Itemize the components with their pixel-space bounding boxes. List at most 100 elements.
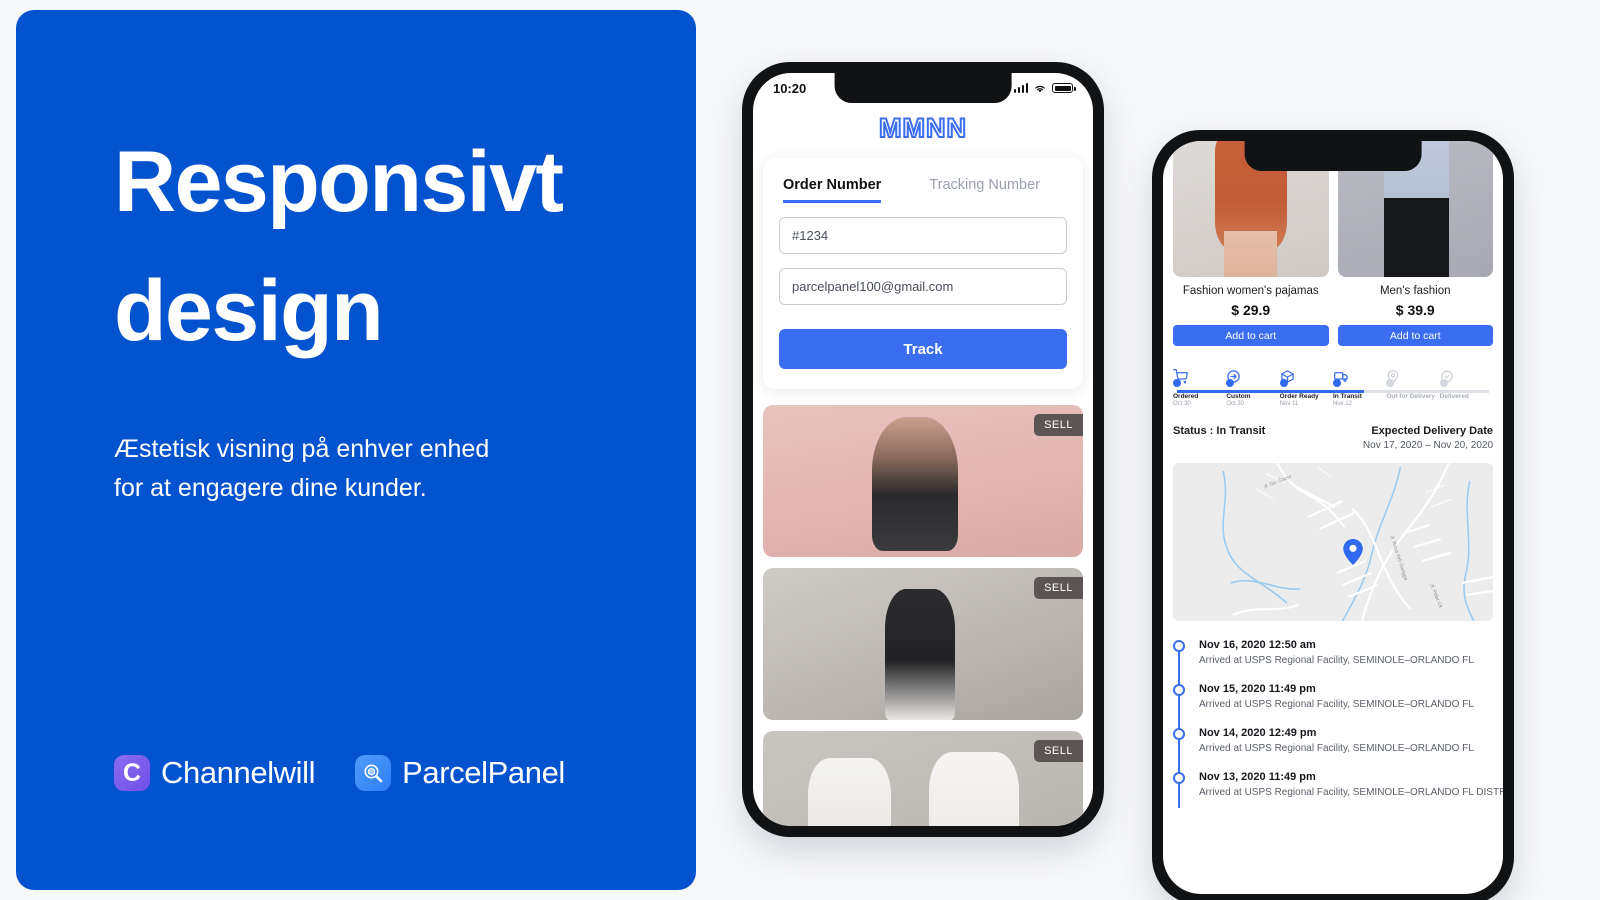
list-item: Nov 14, 2020 12:49 pm Arrived at USPS Re… bbox=[1173, 727, 1493, 755]
phone-mockup-storefront: 10:20 MMNN Order Number Tracking Number bbox=[742, 62, 1104, 837]
stepper-dot bbox=[1332, 379, 1341, 387]
hero-panel: Responsivt design Æstetisk visning på en… bbox=[16, 10, 696, 890]
sell-badge[interactable]: SELL bbox=[1034, 740, 1083, 762]
step-title: In Transit bbox=[1332, 393, 1362, 400]
history-desc: Arrived at USPS Regional Facility, SEMIN… bbox=[1199, 699, 1474, 711]
list-item: Nov 16, 2020 12:50 am Arrived at USPS Re… bbox=[1173, 639, 1493, 667]
sell-badge[interactable]: SELL bbox=[1034, 414, 1083, 436]
step-date: Nov 12 bbox=[1332, 401, 1352, 408]
status-summary: Status : In Transit Expected Delivery Da… bbox=[1173, 425, 1493, 451]
step-title: Ordered bbox=[1173, 393, 1199, 400]
feed-card[interactable]: SELL bbox=[763, 568, 1083, 720]
product-name: Fashion women's pajamas bbox=[1182, 285, 1319, 297]
wifi-icon bbox=[1035, 85, 1045, 92]
step-title: Delivered bbox=[1439, 393, 1469, 400]
step-title: Order Ready bbox=[1279, 393, 1319, 400]
store-brand-logo: MMNN bbox=[878, 112, 967, 144]
product-card: Fashion women's pajamas $ 29.9 Add to ca… bbox=[1173, 141, 1329, 346]
history-date: Nov 15, 2020 11:49 pm bbox=[1199, 683, 1316, 696]
hero-subtext: Æstetisk visning på enhver enhed for at … bbox=[114, 435, 490, 502]
phone-two-screen: Fashion women's pajamas $ 29.9 Add to ca… bbox=[1163, 141, 1503, 894]
stepper-rail bbox=[1177, 390, 1489, 393]
feed-card[interactable]: SELL bbox=[763, 731, 1083, 826]
cellular-signal-icon bbox=[1013, 83, 1028, 93]
battery-icon bbox=[1052, 83, 1076, 93]
status-badge: Status : In Transit bbox=[1173, 425, 1266, 438]
expected-delivery: Expected Delivery Date Nov 17, 2020 – No… bbox=[1363, 425, 1493, 451]
sell-badge[interactable]: SELL bbox=[1034, 577, 1083, 599]
logo-row: C Channelwill ParcelPanel bbox=[114, 755, 565, 791]
stepper-dot bbox=[1226, 379, 1235, 387]
history-desc: Arrived at USPS Regional Facility, SEMIN… bbox=[1199, 787, 1503, 799]
promo-banner: Responsivt design Æstetisk visning på en… bbox=[0, 0, 1600, 900]
expected-delivery-range: Nov 17, 2020 – Nov 20, 2020 bbox=[1362, 440, 1493, 452]
history-date: Nov 14, 2020 12:49 pm bbox=[1199, 727, 1317, 740]
stepper-dot-wrap bbox=[1386, 379, 1439, 387]
product-name: Men's fashion bbox=[1379, 285, 1451, 297]
add-to-cart-button[interactable]: Add to cart bbox=[1173, 325, 1329, 346]
step-label-delivered: Delivered bbox=[1440, 393, 1493, 409]
history-desc: Arrived at USPS Regional Facility, SEMIN… bbox=[1199, 743, 1474, 755]
stepper-dot-wrap bbox=[1332, 379, 1386, 387]
step-label-order-ready: Order Ready Nov 11 bbox=[1280, 393, 1333, 409]
location-pin-icon bbox=[1342, 539, 1363, 566]
stepper-dot-wrap bbox=[1173, 379, 1226, 387]
channelwill-logo-text: Channelwill bbox=[161, 755, 316, 790]
product-feed: SELL SELL SELL bbox=[753, 389, 1093, 826]
phone-mockup-tracking: Fashion women's pajamas $ 29.9 Add to ca… bbox=[1152, 130, 1514, 900]
parcelpanel-logo: ParcelPanel bbox=[355, 755, 565, 791]
history-date: Nov 16, 2020 12:50 am bbox=[1199, 639, 1316, 652]
status-bar-icons bbox=[1013, 83, 1076, 94]
page-title: Responsivt design bbox=[114, 134, 564, 359]
step-title: Out for Delivery bbox=[1386, 393, 1436, 400]
step-title: Custom bbox=[1226, 393, 1251, 400]
phone-one-screen: 10:20 MMNN Order Number Tracking Number bbox=[753, 73, 1093, 826]
stepper-labels: Ordered Oct 30 Custom Oct 30 Order Ready… bbox=[1173, 393, 1493, 409]
step-date: Oct 30 bbox=[1226, 401, 1245, 408]
stepper-dot bbox=[1173, 379, 1181, 387]
step-date: Oct 30 bbox=[1173, 401, 1191, 408]
map-graphics bbox=[1173, 463, 1493, 622]
step-date: Nov 11 bbox=[1279, 401, 1299, 408]
tab-tracking-number[interactable]: Tracking Number bbox=[929, 177, 1040, 203]
list-item: Nov 15, 2020 11:49 pm Arrived at USPS Re… bbox=[1173, 683, 1493, 711]
delivery-map[interactable]: Jl. Gn. Gazur Jl. Raya Yeh Gangga Jl. Pi… bbox=[1173, 463, 1493, 622]
email-field[interactable]: parcelpanel100@gmail.com bbox=[779, 268, 1067, 305]
status-bar-time: 10:20 bbox=[773, 80, 807, 96]
tracking-history: Nov 16, 2020 12:50 am Arrived at USPS Re… bbox=[1173, 639, 1503, 809]
tracking-tabs: Order Number Tracking Number bbox=[779, 174, 1067, 203]
list-item: Nov 13, 2020 11:49 pm Arrived at USPS Re… bbox=[1173, 771, 1503, 799]
channelwill-logo: C Channelwill bbox=[114, 755, 316, 791]
stepper-dots bbox=[1173, 379, 1493, 387]
history-desc: Arrived at USPS Regional Facility, SEMIN… bbox=[1199, 655, 1474, 667]
stepper-dot bbox=[1386, 379, 1395, 387]
phone-notch bbox=[1244, 141, 1422, 171]
expected-delivery-title: Expected Delivery Date bbox=[1371, 425, 1493, 438]
step-label-custom: Custom Oct 30 bbox=[1226, 393, 1279, 409]
step-label-ordered: Ordered Oct 30 bbox=[1173, 393, 1226, 409]
order-number-input[interactable]: #1234 bbox=[779, 217, 1067, 254]
stepper-dot bbox=[1439, 379, 1448, 387]
track-button[interactable]: Track bbox=[779, 329, 1067, 369]
feed-card[interactable]: SELL bbox=[763, 405, 1083, 557]
recommended-products: Fashion women's pajamas $ 29.9 Add to ca… bbox=[1163, 141, 1503, 346]
tab-order-number[interactable]: Order Number bbox=[783, 177, 882, 203]
step-label-in-transit: In Transit Nov 12 bbox=[1333, 393, 1386, 409]
channelwill-mark-letter: C bbox=[122, 758, 142, 787]
order-tracking-card: Order Number Tracking Number #1234 parce… bbox=[763, 158, 1083, 389]
parcelpanel-magnifier-icon bbox=[355, 755, 392, 791]
step-label-out-for-delivery: Out for Delivery bbox=[1386, 393, 1439, 409]
parcelpanel-logo-text: ParcelPanel bbox=[402, 755, 565, 790]
stepper-dot-wrap bbox=[1439, 379, 1493, 387]
stepper-dot-wrap bbox=[1279, 379, 1333, 387]
stepper-rail-progress bbox=[1177, 390, 1365, 393]
timeline-dot bbox=[1173, 640, 1185, 653]
history-date: Nov 13, 2020 11:49 pm bbox=[1199, 771, 1316, 784]
timeline-dot bbox=[1173, 728, 1185, 741]
timeline-dot bbox=[1173, 684, 1185, 697]
shipment-progress-stepper: Ordered Oct 30 Custom Oct 30 Order Ready… bbox=[1173, 364, 1493, 409]
product-price: $ 29.9 bbox=[1231, 302, 1271, 318]
add-to-cart-button[interactable]: Add to cart bbox=[1337, 325, 1493, 346]
timeline-dot bbox=[1173, 772, 1185, 785]
product-price: $ 39.9 bbox=[1395, 302, 1435, 318]
